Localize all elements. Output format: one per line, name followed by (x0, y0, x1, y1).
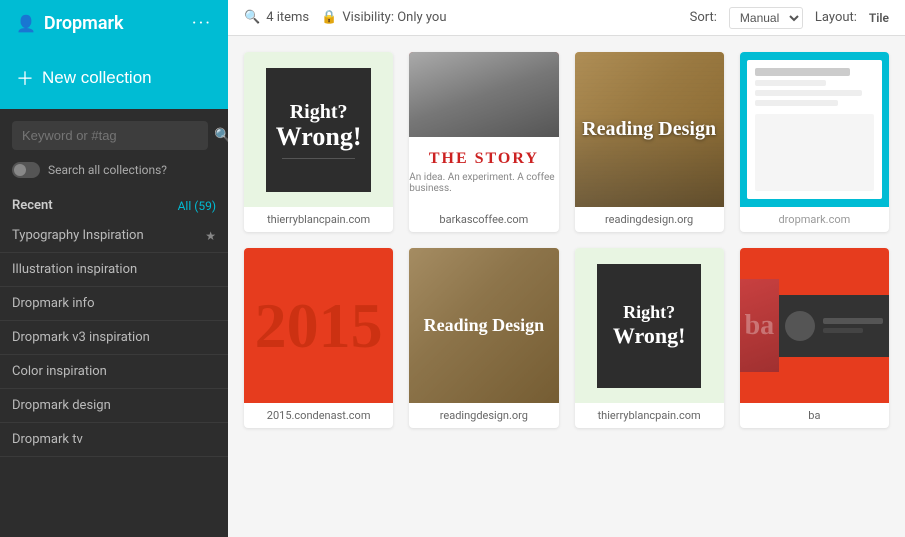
main-content: 🔍 4 items 🔒 Visibility: Only you Sort: M… (228, 0, 905, 537)
search-area: 🔍 (0, 109, 228, 158)
collection-name: Dropmark v3 inspiration (12, 330, 150, 345)
collection-item[interactable]: Dropmark v3 inspiration (0, 321, 228, 355)
card-image: Reading Design (575, 52, 724, 207)
sidebar: 👤 Dropmark ··· ＋ New collection 🔍 Search… (0, 0, 228, 537)
card-image: THE STORY An idea. An experiment. A coff… (409, 52, 558, 207)
collection-item[interactable]: Dropmark tv (0, 423, 228, 457)
visibility-text: Visibility: Only you (342, 10, 446, 25)
card-thierry2[interactable]: Right? Wrong! thierryblancpain.com (575, 248, 724, 428)
card-thumbnail-top (409, 52, 558, 137)
collection-name: Dropmark info (12, 296, 95, 311)
brand-icon: 👤 (16, 14, 36, 33)
card-image (740, 52, 889, 207)
brand-label: Dropmark (44, 13, 124, 34)
star-icon: ★ (205, 229, 216, 243)
card-barkas[interactable]: THE STORY An idea. An experiment. A coff… (409, 52, 558, 232)
collection-name: Typography Inspiration (12, 228, 144, 243)
search-all-checkbox[interactable] (12, 162, 40, 178)
card-thumbnail: Right? Wrong! (266, 68, 370, 192)
card-thumbnail-bottom (779, 295, 889, 357)
card-thumbnail (747, 60, 881, 200)
card-2015[interactable]: 2015 2015.condenast.com (244, 248, 393, 428)
card-thierry1[interactable]: Right? Wrong! thierryblancpain.com (244, 52, 393, 232)
card-url: readingdesign.org (409, 403, 558, 428)
card-reading1[interactable]: Reading Design readingdesign.org (575, 52, 724, 232)
toolbar-left: 🔍 4 items 🔒 Visibility: Only you (244, 10, 447, 25)
card-url: dropmark.com (740, 207, 889, 232)
card-url: thierryblancpain.com (575, 403, 724, 428)
search-all-toggle: Search all collections? (0, 158, 228, 188)
collection-item[interactable]: Color inspiration (0, 355, 228, 389)
card-partial1[interactable]: dropmark.com (740, 52, 889, 232)
card-thumbnail: Right? Wrong! (597, 264, 701, 388)
card-image: Right? Wrong! (575, 248, 724, 403)
plus-icon: ＋ (16, 65, 34, 91)
search-input[interactable] (12, 121, 208, 150)
layout-value: Tile (869, 11, 889, 25)
card-reading2[interactable]: Reading Design readingdesign.org (409, 248, 558, 428)
toolbar: 🔍 4 items 🔒 Visibility: Only you Sort: M… (228, 0, 905, 36)
sidebar-header: 👤 Dropmark ··· (0, 0, 228, 47)
content-grid: Right? Wrong! thierryblancpain.com THE S… (228, 36, 905, 537)
visibility-info: 🔒 Visibility: Only you (321, 10, 446, 25)
all-collections-link[interactable]: All (59) (178, 199, 216, 213)
card-image: ba (740, 248, 889, 403)
collection-name: Illustration inspiration (12, 262, 137, 277)
more-icon[interactable]: ··· (192, 13, 212, 34)
collection-item[interactable]: Dropmark info (0, 287, 228, 321)
collection-name: Dropmark design (12, 398, 111, 413)
sort-label: Sort: (690, 10, 717, 25)
sort-select[interactable]: Manual Date Name (729, 7, 803, 29)
items-info: 🔍 4 items (244, 10, 309, 25)
collection-item[interactable]: Illustration inspiration (0, 253, 228, 287)
lock-icon: 🔒 (321, 10, 337, 25)
collection-name: Dropmark tv (12, 432, 83, 447)
card-url: 2015.condenast.com (244, 403, 393, 428)
collection-item[interactable]: Dropmark design (0, 389, 228, 423)
collection-item[interactable]: Typography Inspiration ★ (0, 219, 228, 253)
card-image: 2015 (244, 248, 393, 403)
card-url: ba (740, 403, 889, 428)
card-url: thierryblancpain.com (244, 207, 393, 232)
card-partial2[interactable]: ba ba (740, 248, 889, 428)
search-icon[interactable]: 🔍 (214, 128, 228, 144)
card-url: readingdesign.org (575, 207, 724, 232)
card-image: Reading Design (409, 248, 558, 403)
search-small-icon: 🔍 (244, 10, 260, 25)
recent-header: Recent All (59) (0, 188, 228, 219)
new-collection-button[interactable]: ＋ New collection (0, 47, 228, 109)
layout-label: Layout: (815, 10, 857, 25)
items-count: 4 items (266, 10, 309, 25)
collection-name: Color inspiration (12, 364, 107, 379)
search-all-label: Search all collections? (48, 163, 167, 177)
card-url: barkascoffee.com (409, 207, 558, 232)
collections-list: Typography Inspiration ★ Illustration insp… (0, 219, 228, 537)
card-thumbnail: ba (740, 279, 779, 372)
new-collection-label: New collection (42, 68, 152, 88)
toolbar-right: Sort: Manual Date Name Layout: Tile (690, 7, 889, 29)
recent-label: Recent (12, 198, 53, 213)
card-thumbnail-text: THE STORY An idea. An experiment. A coff… (409, 137, 558, 207)
card-image: Right? Wrong! (244, 52, 393, 207)
sidebar-brand: 👤 Dropmark (16, 13, 123, 34)
